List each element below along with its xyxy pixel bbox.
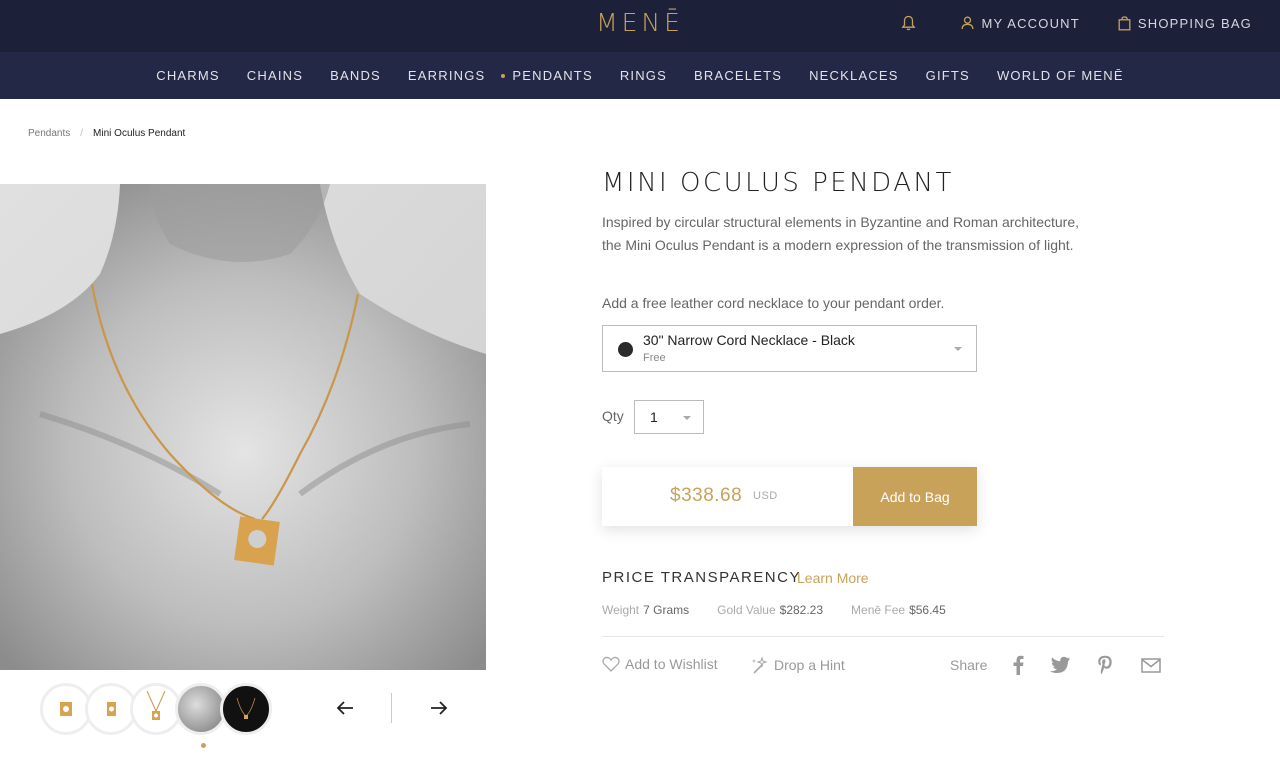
section-divider: [602, 636, 1164, 637]
header-actions: MY ACCOUNT SHOPPING BAG: [863, 15, 1252, 31]
bell-icon: [901, 15, 916, 31]
arrow-right-icon: [431, 701, 448, 715]
price-breakdown: Weight 7 Grams Gold Value $282.23 Menē Fee…: [602, 603, 974, 617]
email-icon: [1141, 657, 1161, 673]
pendant-dark-thumbnail-icon: [236, 697, 256, 719]
nav-item-bands[interactable]: BANDS: [330, 68, 381, 83]
breadcrumb-separator: /: [80, 128, 84, 139]
category-nav: CHARMS CHAINS BANDS EARRINGS PENDANTS RI…: [0, 52, 1280, 99]
notifications-button[interactable]: [901, 15, 923, 31]
mene-fee-label: Menē Fee: [851, 603, 906, 617]
nav-item-gifts[interactable]: GIFTS: [926, 68, 970, 83]
gold-value-amount: $282.23: [779, 603, 824, 617]
product-title: MINI OCULUS PENDANT: [602, 168, 954, 198]
user-icon: [962, 16, 974, 30]
facebook-icon: [1013, 655, 1024, 675]
pendant-chain-thumbnail-icon: [146, 691, 166, 720]
share-facebook-button[interactable]: [1007, 654, 1029, 676]
gallery-prev-button[interactable]: [334, 697, 356, 719]
model-wearing-pendant-image: [0, 184, 486, 670]
learn-more-link[interactable]: Learn More: [797, 570, 869, 586]
price-currency: USD: [753, 490, 778, 502]
share-email-button[interactable]: [1140, 654, 1162, 676]
pendant-side-thumbnail-icon: [107, 702, 116, 716]
bag-icon: [1118, 15, 1131, 30]
product-price: $338.68: [670, 485, 743, 506]
share-label: Share: [950, 657, 988, 673]
add-to-bag-button[interactable]: Add to Bag: [853, 467, 977, 526]
nav-item-charms[interactable]: CHARMS: [156, 68, 220, 83]
product-description: Inspired by circular structural elements…: [602, 214, 1079, 253]
twitter-icon: [1050, 656, 1070, 673]
pinterest-icon: [1098, 655, 1112, 675]
purchase-card: $338.68 USD Add to Bag: [602, 467, 977, 526]
chevron-down-icon: [954, 347, 962, 351]
top-header: MENĒ MY ACCOUNT SHOPPING BAG: [0, 0, 1280, 52]
quantity-label: Qty: [602, 408, 624, 424]
gallery-nav-divider: [391, 693, 392, 723]
nav-item-earrings[interactable]: EARRINGS: [408, 68, 486, 83]
wishlist-label: Add to Wishlist: [625, 656, 718, 672]
thumbnail-5[interactable]: [220, 683, 272, 735]
gold-value-info: Gold Value $282.23: [717, 603, 823, 617]
pendant-thumbnail-icon: [60, 702, 72, 716]
cord-offer-note: Add a free leather cord necklace to your…: [602, 295, 945, 311]
thumbnail-strip: [40, 683, 272, 735]
mene-fee-info: Menē Fee $56.45: [851, 603, 946, 617]
nav-item-chains[interactable]: CHAINS: [247, 68, 303, 83]
image-bottom-strip: [0, 670, 299, 678]
chevron-down-icon: [683, 416, 691, 420]
shopping-bag-label: SHOPPING BAG: [1137, 15, 1252, 31]
gallery-next-button[interactable]: [428, 697, 450, 719]
magic-wand-icon: [752, 656, 768, 674]
drop-a-hint-button[interactable]: Drop a Hint: [751, 656, 845, 674]
breadcrumb: Pendants / Mini Oculus Pendant: [28, 128, 185, 139]
heart-icon: [602, 656, 620, 672]
hint-label: Drop a Hint: [774, 657, 845, 673]
weight-value: 7 Grams: [643, 603, 690, 617]
nav-item-necklaces[interactable]: NECKLACES: [809, 68, 899, 83]
gallery-position-indicator: [201, 743, 206, 748]
nav-item-rings[interactable]: RINGS: [620, 68, 667, 83]
nav-item-bracelets[interactable]: BRACELETS: [694, 68, 782, 83]
mene-fee-amount: $56.45: [909, 603, 946, 617]
cord-option-price: Free: [643, 352, 666, 364]
share-pinterest-button[interactable]: [1094, 654, 1116, 676]
cord-color-swatch: [618, 342, 633, 357]
my-account-label: MY ACCOUNT: [981, 15, 1080, 31]
weight-info: Weight 7 Grams: [602, 603, 689, 617]
nav-item-pendants[interactable]: PENDANTS: [501, 68, 592, 83]
weight-label: Weight: [602, 603, 640, 617]
breadcrumb-current: Mini Oculus Pendant: [93, 128, 186, 139]
quantity-select[interactable]: 1: [634, 400, 704, 434]
add-to-wishlist-button[interactable]: Add to Wishlist: [602, 656, 718, 672]
my-account-link[interactable]: MY ACCOUNT: [961, 16, 1079, 31]
arrow-left-icon: [336, 701, 353, 715]
nav-item-world-of-mene[interactable]: WORLD OF MENĒ: [997, 68, 1124, 83]
gold-value-label: Gold Value: [717, 603, 776, 617]
share-twitter-button[interactable]: [1049, 654, 1071, 676]
price-transparency-title: PRICE TRANSPARENCY: [602, 569, 801, 586]
quantity-value: 1: [650, 409, 658, 425]
shopping-bag-link[interactable]: SHOPPING BAG: [1118, 16, 1252, 31]
breadcrumb-parent-link[interactable]: Pendants: [28, 128, 70, 139]
cord-necklace-select[interactable]: 30" Narrow Cord Necklace - Black Free: [602, 325, 977, 372]
product-main-image[interactable]: [0, 184, 486, 670]
cord-option-name: 30" Narrow Cord Necklace - Black: [643, 332, 855, 348]
